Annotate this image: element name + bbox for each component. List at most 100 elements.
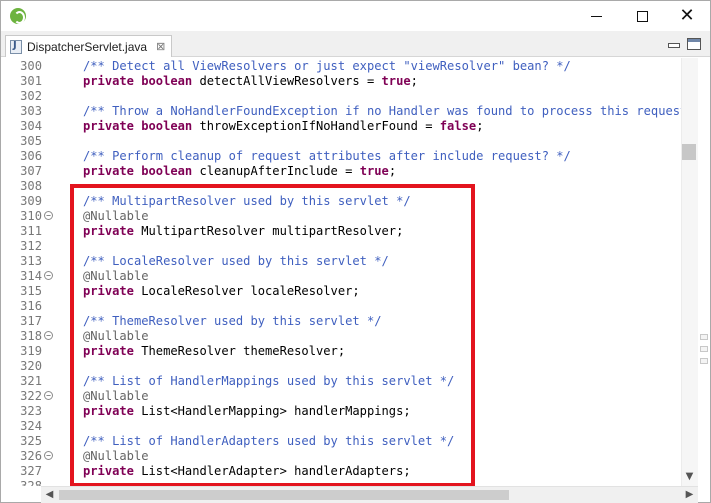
close-window-button[interactable]: ✕ [664, 1, 710, 31]
code-text: @Nullable [83, 209, 149, 224]
code-line[interactable]: 313 /** LocaleResolver used by this servl… [1, 254, 681, 269]
code-text: private boolean throwExceptionIfNoHandle… [83, 119, 483, 134]
vertical-scrollbar[interactable] [681, 58, 698, 486]
code-text: private boolean cleanupAfterInclude = tr… [83, 164, 396, 179]
code-text: /** Detect all ViewResolvers or just exp… [83, 59, 571, 74]
code-token-plain: ThemeResolver themeResolver; [133, 344, 346, 358]
line-number: 314 [20, 269, 42, 283]
code-text: @Nullable [83, 329, 149, 344]
code-token-kw: true [381, 74, 411, 88]
code-token-comment: /** LocaleResolver used by this servlet … [83, 254, 389, 268]
close-icon: ✕ [679, 5, 695, 26]
line-number: 311 [20, 224, 42, 238]
line-number: 319 [20, 344, 42, 358]
code-token-plain: ; [388, 164, 397, 178]
code-line[interactable]: 317 /** ThemeResolver used by this servle… [1, 314, 681, 329]
code-token-plain: List<HandlerMapping> handlerMappings; [133, 404, 411, 418]
code-token-comment: /** ThemeResolver used by this servlet *… [83, 314, 382, 328]
code-line[interactable]: 301 private boolean detectAllViewResolver… [1, 74, 681, 89]
code-line[interactable]: 302 [1, 89, 681, 104]
code-line[interactable]: 316 [1, 299, 681, 314]
fold-toggle-icon[interactable]: − [44, 391, 53, 400]
code-editor[interactable]: 300 /** Detect all ViewResolvers or just … [1, 58, 681, 486]
code-token-comment: /** Throw a NoHandlerFoundException if n… [83, 104, 681, 118]
code-token-ann: @Nullable [83, 209, 149, 223]
line-number: 326 [20, 449, 42, 463]
maximize-window-button[interactable] [619, 1, 665, 31]
line-number: 320 [20, 359, 42, 373]
code-line[interactable]: 326− @Nullable [1, 449, 681, 464]
code-line[interactable]: 314− @Nullable [1, 269, 681, 284]
horizontal-scroll-thumb[interactable] [59, 490, 509, 500]
overview-marker[interactable] [700, 346, 708, 352]
code-token-plain: throwExceptionIfNoHandlerFound = [192, 119, 440, 133]
fold-toggle-icon[interactable]: − [44, 451, 53, 460]
code-line[interactable]: 311 private MultipartResolver multipartRe… [1, 224, 681, 239]
code-line[interactable]: 318− @Nullable [1, 329, 681, 344]
code-line[interactable]: 328 [1, 479, 681, 486]
code-line[interactable]: 312 [1, 239, 681, 254]
line-number: 305 [20, 134, 42, 148]
overview-marker[interactable] [700, 334, 708, 340]
code-line[interactable]: 309 /** MultipartResolver used by this se… [1, 194, 681, 209]
code-token-kw: private [83, 404, 134, 418]
scroll-down-arrow-icon[interactable]: ▼ [681, 469, 698, 485]
line-number: 322 [20, 389, 42, 403]
code-text: private LocaleResolver localeResolver; [83, 284, 360, 299]
code-line[interactable]: 303 /** Throw a NoHandlerFoundException i… [1, 104, 681, 119]
code-line[interactable]: 320 [1, 359, 681, 374]
code-line[interactable]: 305 [1, 134, 681, 149]
code-line[interactable]: 315 private LocaleResolver localeResolver… [1, 284, 681, 299]
code-token-comment: /** MultipartResolver used by this servl… [83, 194, 411, 208]
code-text: /** List of HandlerAdapters used by this… [83, 434, 454, 449]
code-token-ann: @Nullable [83, 329, 149, 343]
line-number: 324 [20, 419, 42, 433]
code-line[interactable]: 306 /** Perform cleanup of request attrib… [1, 149, 681, 164]
code-line[interactable]: 323 private List<HandlerMapping> handlerM… [1, 404, 681, 419]
code-line[interactable]: 321 /** List of HandlerMappings used by t… [1, 374, 681, 389]
line-number: 318 [20, 329, 42, 343]
maximize-view-button[interactable] [687, 38, 701, 50]
fold-toggle-icon[interactable]: − [44, 211, 53, 220]
line-number: 307 [20, 164, 42, 178]
code-line[interactable]: 308 [1, 179, 681, 194]
spring-leaf-icon [10, 8, 26, 24]
tab-close-icon[interactable]: ⊠ [156, 40, 165, 53]
code-line[interactable]: 324 [1, 419, 681, 434]
code-token-kw: private boolean [83, 74, 193, 88]
scroll-right-arrow-icon[interactable]: ▶ [681, 486, 698, 503]
code-line[interactable]: 319 private ThemeResolver themeResolver; [1, 344, 681, 359]
code-line[interactable]: 327 private List<HandlerAdapter> handlerA… [1, 464, 681, 479]
code-line[interactable]: 300 /** Detect all ViewResolvers or just … [1, 59, 681, 74]
line-number: 312 [20, 239, 42, 253]
scroll-left-arrow-icon[interactable]: ◀ [41, 486, 58, 503]
code-text: /** ThemeResolver used by this servlet *… [83, 314, 382, 329]
code-line[interactable]: 325 /** List of HandlerAdapters used by t… [1, 434, 681, 449]
minimize-view-button[interactable] [666, 38, 680, 50]
overview-marker[interactable] [700, 358, 708, 364]
line-number: 303 [20, 104, 42, 118]
minimize-window-button[interactable] [573, 1, 619, 31]
tab-label: DispatcherServlet.java [27, 39, 148, 54]
code-text: /** Throw a NoHandlerFoundException if n… [83, 104, 681, 119]
line-number: 315 [20, 284, 42, 298]
line-number: 328 [20, 479, 42, 486]
code-line[interactable]: 307 private boolean cleanupAfterInclude =… [1, 164, 681, 179]
code-text: @Nullable [83, 449, 149, 464]
editor-tab-dispatcherservlet[interactable]: DispatcherServlet.java ⊠ [5, 35, 173, 57]
fold-toggle-icon[interactable]: − [44, 271, 53, 280]
vertical-scroll-thumb[interactable] [682, 144, 696, 160]
code-line[interactable]: 322− @Nullable [1, 389, 681, 404]
code-line[interactable]: 304 private boolean throwExceptionIfNoHan… [1, 119, 681, 134]
code-text: /** LocaleResolver used by this servlet … [83, 254, 389, 269]
minimize-icon [590, 16, 602, 17]
code-token-plain: LocaleResolver localeResolver; [133, 284, 360, 298]
title-bar: ✕ [1, 1, 710, 31]
code-token-comment: /** List of HandlerAdapters used by this… [83, 434, 455, 448]
code-text: @Nullable [83, 389, 149, 404]
code-token-kw: private boolean [83, 119, 193, 133]
code-line[interactable]: 310− @Nullable [1, 209, 681, 224]
code-text: private boolean detectAllViewResolvers =… [83, 74, 418, 89]
code-token-ann: @Nullable [83, 269, 149, 283]
fold-toggle-icon[interactable]: − [44, 331, 53, 340]
